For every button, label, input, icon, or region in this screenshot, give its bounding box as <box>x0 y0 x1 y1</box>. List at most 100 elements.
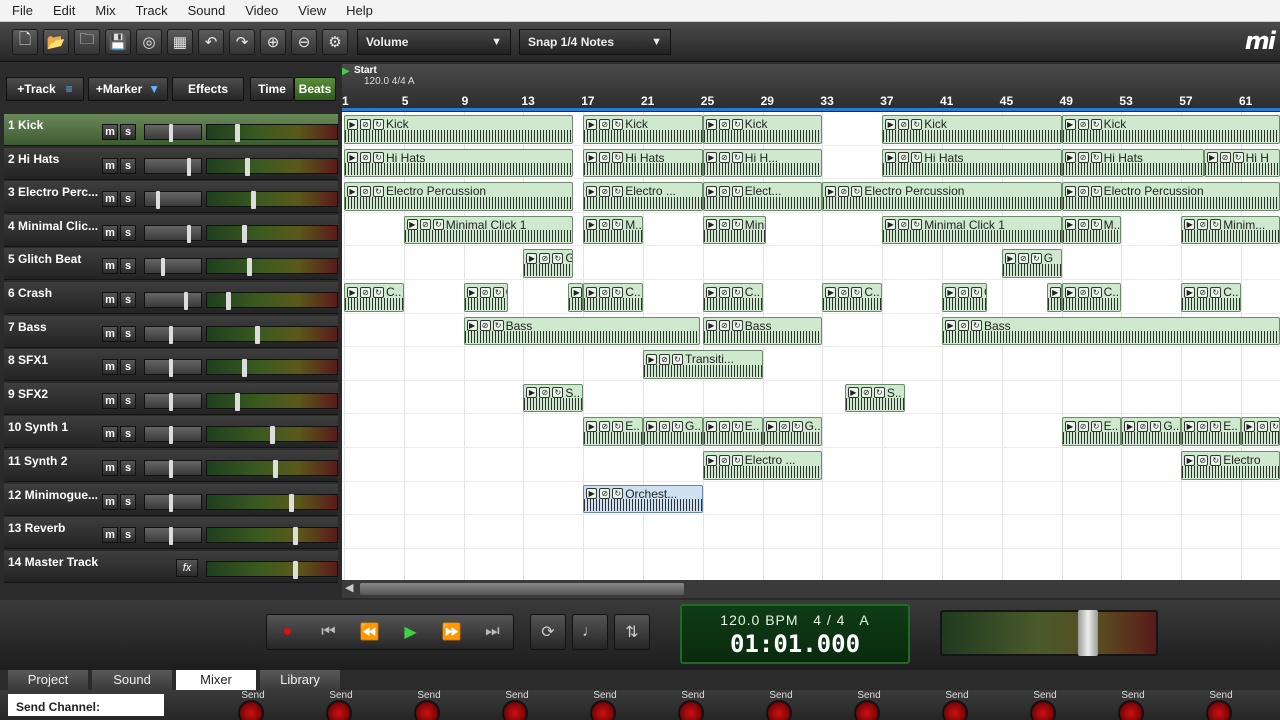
time-toggle[interactable]: Time <box>250 77 294 101</box>
volume-slider[interactable] <box>206 426 338 445</box>
send-knob-cell[interactable]: Send <box>1090 690 1176 720</box>
clip-mute-icon[interactable]: ⊘ <box>599 118 611 130</box>
clip-play-icon[interactable]: ▶ <box>526 252 538 264</box>
clip-mute-icon[interactable]: ⊘ <box>539 387 551 399</box>
clip-mute-icon[interactable]: ⊘ <box>838 185 850 197</box>
volume-knob[interactable] <box>242 359 248 378</box>
clip-loop-icon[interactable]: ↻ <box>731 185 743 197</box>
audio-clip[interactable]: ▶ ⊘ ↻ Bass <box>463 316 700 346</box>
track-row[interactable]: 14 Master Track fx <box>4 550 338 583</box>
clip-play-icon[interactable]: ▶ <box>1064 185 1076 197</box>
audio-clip[interactable]: ▶ ⊘ ↻ S.. <box>523 383 584 413</box>
solo-button[interactable]: s <box>120 392 136 409</box>
track-row[interactable]: 5 Glitch Beat m s <box>4 248 338 281</box>
pan-slider[interactable] <box>144 392 202 411</box>
audio-clip[interactable]: ▶ ⊘ ↻ M.. <box>583 215 643 245</box>
effects-button[interactable]: Effects <box>172 77 244 101</box>
go-to-end-icon[interactable]: ⏭ <box>479 623 507 641</box>
clip-loop-icon[interactable]: ↻ <box>373 118 384 130</box>
clip-play-icon[interactable]: ▶ <box>705 185 717 197</box>
audio-clip[interactable]: ▶ ⊘ ↻ Transiti... <box>643 350 763 379</box>
clip-mute-icon[interactable]: ⊘ <box>1077 152 1089 164</box>
track-name[interactable]: 1 Kick <box>8 118 102 132</box>
send-knob-cell[interactable]: Send <box>386 690 472 720</box>
clip-play-icon[interactable]: ▶ <box>526 387 538 399</box>
clip-mute-icon[interactable]: ⊘ <box>838 286 850 298</box>
beats-toggle[interactable]: Beats <box>294 77 336 101</box>
pan-slider[interactable] <box>144 124 202 142</box>
track-name[interactable]: 2 Hi Hats <box>8 152 102 166</box>
audio-clip[interactable]: ▶ ⊘ ↻ Kick <box>344 115 573 144</box>
track-name[interactable]: 7 Bass <box>8 320 102 334</box>
tab-library[interactable]: Library <box>260 670 340 690</box>
audio-clip[interactable]: ▶ ⊘ ↻ Kick <box>702 115 823 144</box>
clip-mute-icon[interactable]: ⊘ <box>599 185 611 197</box>
audio-clip[interactable]: ▶ ⊘ ↻ Electro ... <box>583 182 703 211</box>
clip-loop-icon[interactable]: ↻ <box>851 286 863 298</box>
audio-clip[interactable]: ▶ ⊘ ↻ Hi Hats <box>344 148 573 178</box>
audio-clip[interactable]: ▶ ⊘ ↻ Bass <box>702 316 823 346</box>
add-marker-button[interactable]: +Marker ▼ <box>88 77 168 101</box>
clip-play-icon[interactable]: ▶ <box>586 488 598 500</box>
clip-mute-icon[interactable]: ⊘ <box>599 488 611 500</box>
send-dial-icon[interactable] <box>502 700 528 720</box>
menu-edit[interactable]: Edit <box>53 3 75 18</box>
mute-button[interactable]: m <box>102 224 118 241</box>
menu-view[interactable]: View <box>298 3 326 18</box>
clip-play-icon[interactable]: ▶ <box>885 118 897 130</box>
clip-mute-icon[interactable]: ⊘ <box>898 118 910 130</box>
send-dial-icon[interactable] <box>414 700 440 720</box>
menu-file[interactable]: File <box>12 3 33 18</box>
send-dial-icon[interactable] <box>1030 700 1056 720</box>
pan-knob[interactable] <box>187 224 192 243</box>
volume-knob[interactable] <box>270 426 275 445</box>
clip-mute-icon[interactable]: ⊘ <box>718 219 730 231</box>
clip-loop-icon[interactable]: ↻ <box>731 219 743 231</box>
clip-mute-icon[interactable]: ⊘ <box>360 185 371 197</box>
clip-play-icon[interactable]: ▶ <box>406 219 418 231</box>
clip-mute-icon[interactable]: ⊘ <box>1077 420 1089 432</box>
fast-forward-icon[interactable]: ⏩ <box>438 622 466 642</box>
clip-loop-icon[interactable]: ↻ <box>731 320 743 332</box>
track-row[interactable]: 9 SFX2 m s <box>4 382 338 415</box>
clip-play-icon[interactable]: ▶ <box>945 320 956 332</box>
zoom-out-icon[interactable]: ⊖ <box>291 28 317 55</box>
pan-knob[interactable] <box>169 527 174 546</box>
clip-play-icon[interactable]: ▶ <box>705 219 717 231</box>
mute-button[interactable]: m <box>102 157 118 174</box>
clip-play-icon[interactable]: ▶ <box>705 454 717 466</box>
clip-loop-icon[interactable]: ↻ <box>612 152 624 164</box>
clip-mute-icon[interactable]: ⊘ <box>1017 252 1029 264</box>
clip-play-icon[interactable]: ▶ <box>466 286 478 298</box>
volume-slider[interactable] <box>206 460 338 478</box>
pan-slider[interactable] <box>144 359 202 378</box>
audio-clip[interactable]: ▶ ⊘ ↻ Electro Percussion <box>344 182 573 211</box>
timeline-ruler[interactable]: ▶ Start 120.0 4/4 A 1 5 9 13 17 21 25 29 33 37 41 4… <box>342 64 1280 111</box>
clip-mute-icon[interactable]: ⊘ <box>1197 454 1209 466</box>
solo-button[interactable]: s <box>120 124 136 140</box>
audio-clip[interactable]: ▶ ⊘ ↻ E.. <box>1181 417 1241 446</box>
pan-knob[interactable] <box>169 392 174 411</box>
metronome-icon[interactable]: ♩ <box>572 614 608 650</box>
clip-play-icon[interactable]: ▶ <box>1184 454 1196 466</box>
audio-clip[interactable]: ▶ ⊘ ↻ Bass <box>942 316 1280 346</box>
clip-mute-icon[interactable]: ⊘ <box>599 219 611 231</box>
clip-mute-icon[interactable]: ⊘ <box>599 286 611 298</box>
clip-play-icon[interactable]: ▶ <box>705 286 717 298</box>
pan-slider[interactable] <box>144 292 202 310</box>
track-row[interactable]: 11 Synth 2ms <box>4 450 338 482</box>
audio-clip[interactable]: ▶⊘↻C.. <box>463 283 509 312</box>
clip-loop-icon[interactable]: ↻ <box>612 286 624 298</box>
solo-button[interactable]: s <box>120 157 136 174</box>
clip-play-icon[interactable]: ▶ <box>1049 286 1061 298</box>
audio-clip[interactable]: ▶⊘↻G <box>1001 249 1062 278</box>
pan-slider[interactable] <box>144 426 202 445</box>
clip-loop-icon[interactable]: ↻ <box>911 118 923 130</box>
clip-loop-icon[interactable]: ↻ <box>1210 420 1222 432</box>
clip-play-icon[interactable]: ▶ <box>705 420 717 432</box>
audio-clip[interactable]: ▶⊘↻G.. <box>1121 417 1182 446</box>
track-name[interactable]: 14 Master Track <box>8 555 102 569</box>
track-row[interactable]: 7 Bass m s <box>4 315 338 348</box>
export-icon[interactable]: ▦ <box>167 28 193 55</box>
tab-project[interactable]: Project <box>8 670 88 690</box>
